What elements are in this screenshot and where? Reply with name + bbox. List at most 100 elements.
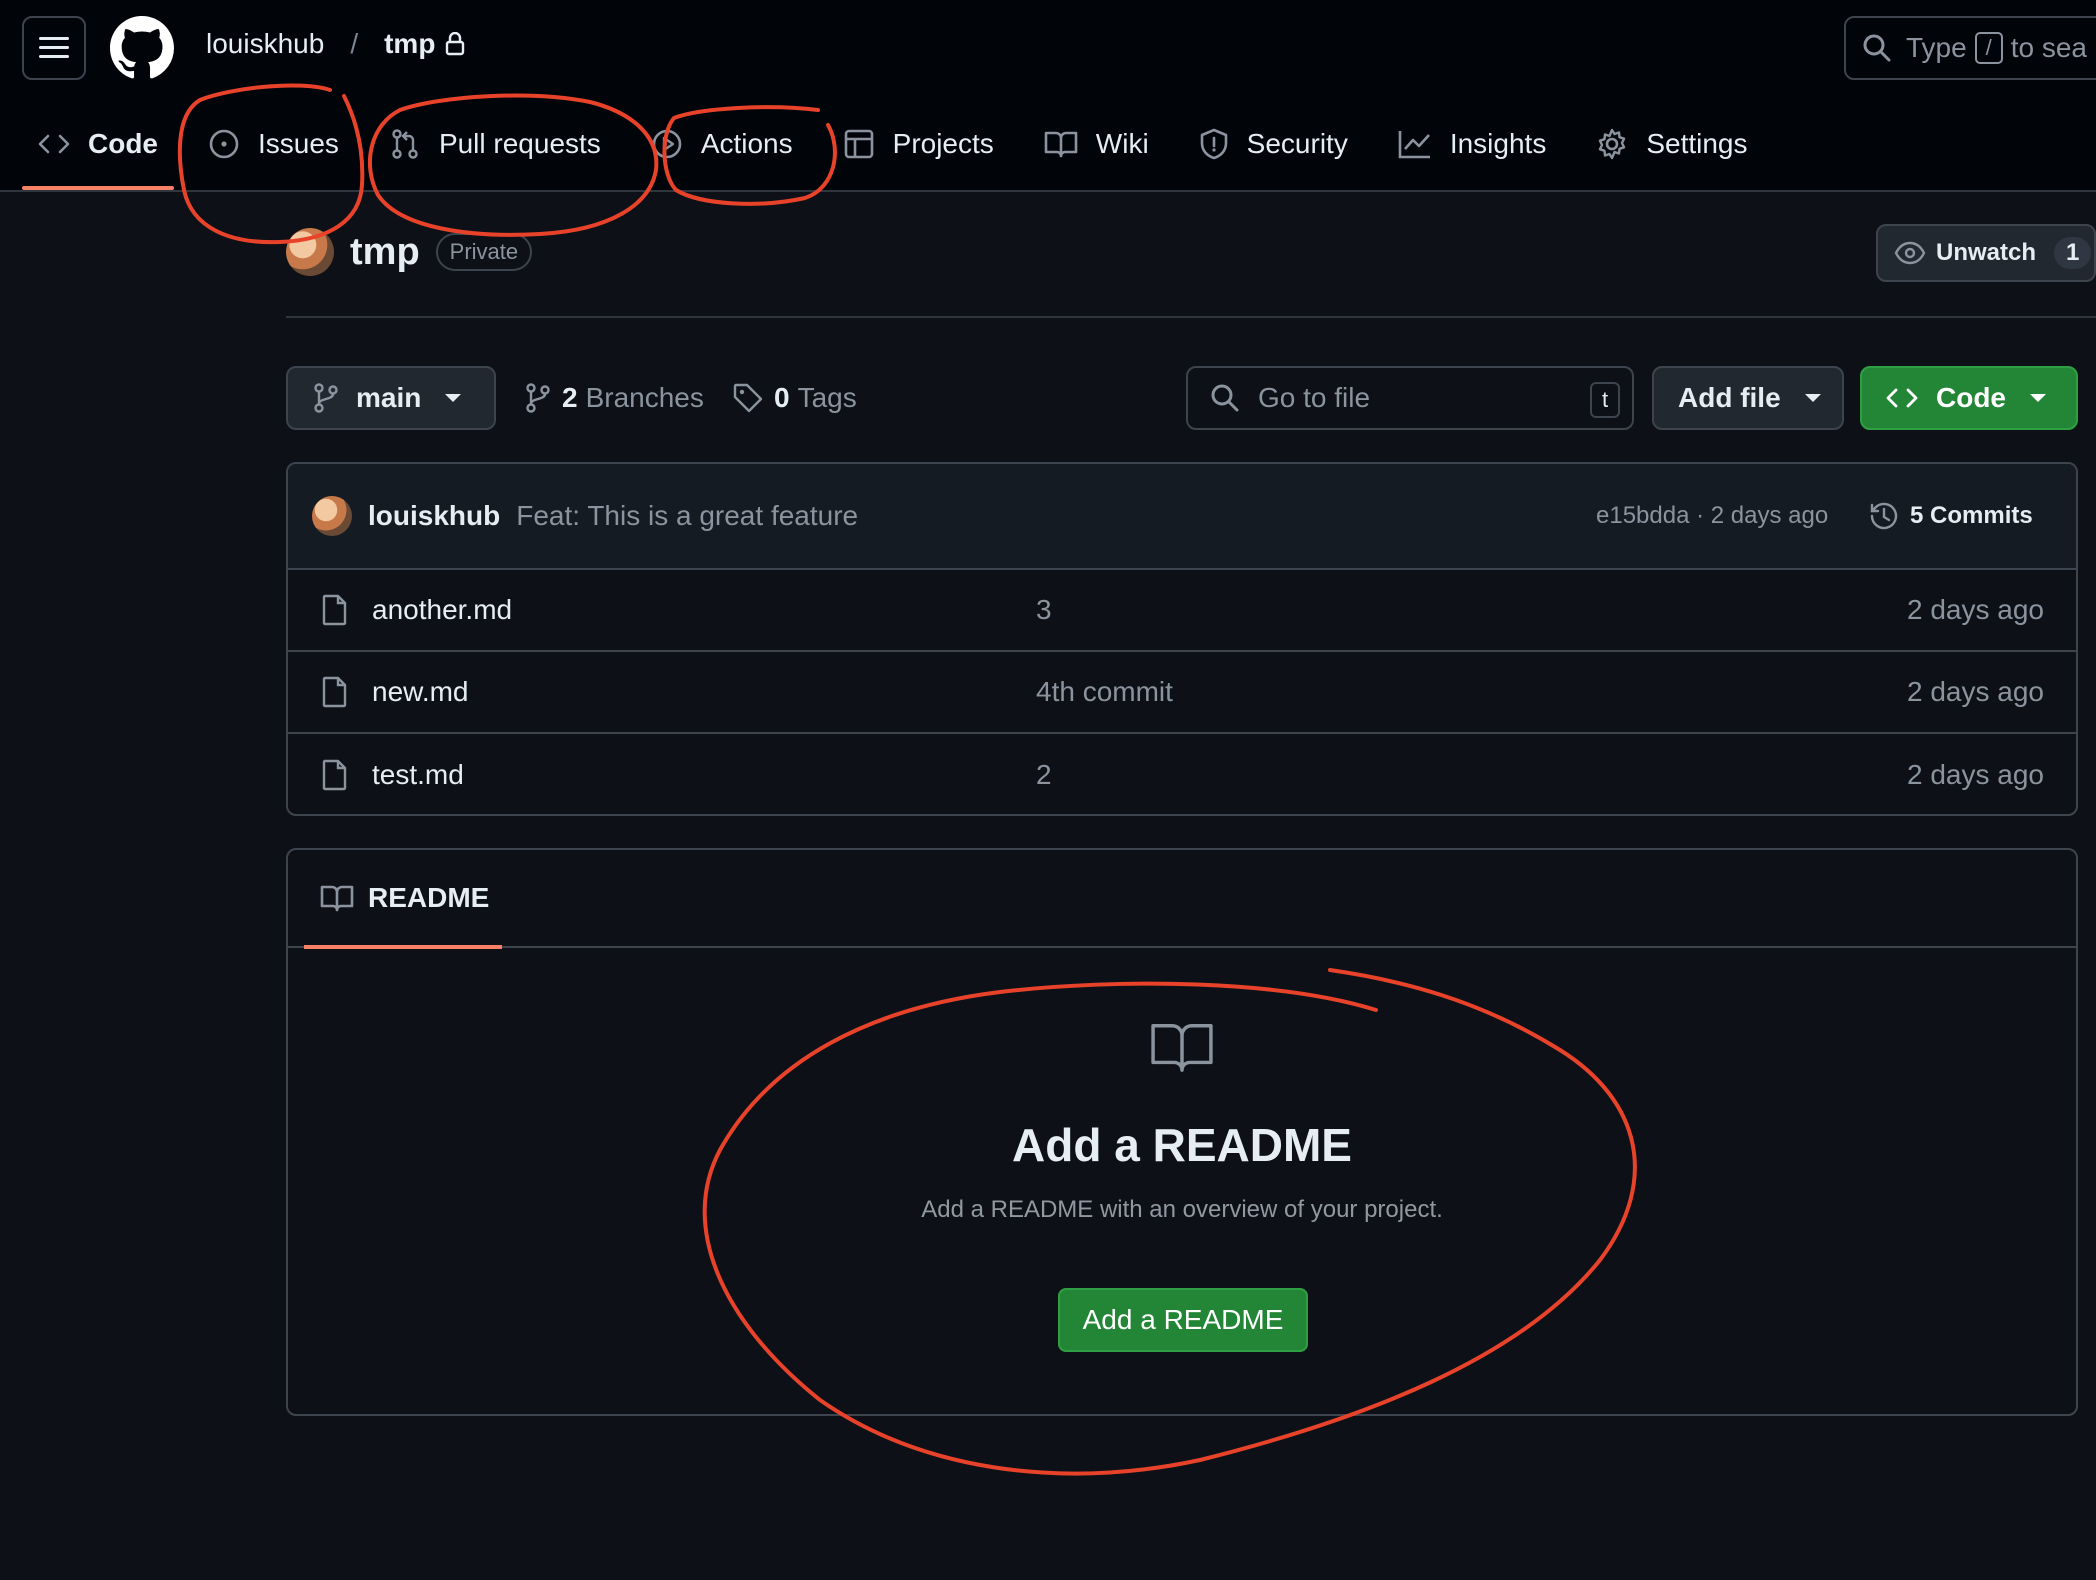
breadcrumb-separator: / [350,28,359,59]
tab-projects[interactable]: Projects [827,110,1010,178]
chevron-down-icon [1804,394,1821,402]
search-placeholder-end: to sea [2010,32,2087,63]
search-shortcut-key: / [1974,32,2003,64]
table-row[interactable]: new.md 4th commit 2 days ago [288,652,2076,734]
tab-label: Insights [1449,128,1547,159]
tab-label: Pull requests [438,128,601,159]
code-icon [38,134,70,154]
tags-label: Tags [797,382,857,413]
unwatch-label: Unwatch [1936,239,2037,266]
watch-count: 1 [2054,237,2092,269]
tags-count: 0 [774,382,790,413]
go-to-file-input[interactable]: Go to file t [1186,366,1634,430]
tab-label: Code [88,128,158,159]
divider [286,316,2096,318]
unwatch-button[interactable]: Unwatch 1 [1876,224,2096,282]
tab-label: Actions [700,128,793,159]
file-name[interactable]: another.md [372,594,512,626]
graph-icon [1398,131,1430,159]
file-name[interactable]: test.md [372,759,464,791]
tab-label: Security [1246,128,1348,159]
file-date: 2 days ago [1907,676,2044,707]
repo-nav-tabs: Code Issues Pull requests Actions Projec… [22,110,1782,192]
eye-icon [1894,241,1926,265]
book-icon [1148,1020,1216,1074]
repo-title: tmp Private [286,228,533,276]
add-file-label: Add file [1678,382,1781,413]
tab-pull-requests[interactable]: Pull requests [373,110,617,178]
chevron-down-icon [445,394,462,402]
readme-panel: README Add a README Add a README with an… [286,848,2078,1416]
tab-wiki[interactable]: Wiki [1028,110,1165,178]
menu-button[interactable] [22,16,86,80]
file-commit-message[interactable]: 3 [1036,594,1052,626]
branch-selector[interactable]: main [286,366,496,430]
tab-label: Settings [1646,128,1748,159]
readme-empty-title: Add a README [1012,1119,1352,1171]
pull-request-icon [392,129,418,159]
code-icon [1886,388,1918,408]
commit-hash-time[interactable]: e15bdda · 2 days ago [1596,502,1828,530]
go-to-file-placeholder: Go to file [1258,382,1371,413]
table-row[interactable]: test.md 2 2 days ago [288,734,2076,814]
file-name[interactable]: new.md [372,676,469,708]
branches-link[interactable]: 2 Branches [524,382,704,414]
tab-label: Wiki [1095,128,1149,159]
commits-link[interactable]: 5 Commits [1868,500,2033,532]
branches-count: 2 [562,382,578,413]
gear-icon [1599,128,1626,160]
file-icon [322,759,347,791]
tab-issues[interactable]: Issues [192,110,355,178]
breadcrumb-owner[interactable]: louiskhub [206,28,324,60]
search-placeholder-start: Type [1906,32,1967,63]
avatar[interactable] [286,228,334,276]
tab-insights[interactable]: Insights [1382,110,1563,178]
tab-readme[interactable]: README [288,850,2076,949]
readme-tab-label: README [368,882,490,913]
add-readme-button[interactable]: Add a README [1058,1288,1308,1352]
branch-icon [314,383,338,413]
tags-link[interactable]: 0 Tags [732,382,857,414]
tab-label: Projects [892,128,994,159]
file-date: 2 days ago [1907,594,2044,625]
search-icon [1211,384,1239,412]
file-commit-message[interactable]: 4th commit [1036,676,1173,708]
tab-label: Issues [258,128,339,159]
avatar[interactable] [312,496,352,536]
branch-icon [526,383,550,413]
breadcrumb-repo[interactable]: tmp [384,28,435,60]
table-icon [844,129,873,159]
search-input[interactable]: Type / to sea [1844,16,2096,80]
commit-author[interactable]: louiskhub [368,500,500,532]
hamburger-icon [39,37,69,58]
readme-empty-subtitle: Add a README with an overview of your pr… [921,1196,1443,1223]
file-date: 2 days ago [1907,759,2044,790]
branches-label: Branches [585,382,704,413]
tab-code[interactable]: Code [22,110,174,190]
repo-name: tmp [350,230,420,273]
commit-message[interactable]: Feat: This is a great feature [516,500,858,532]
tab-security[interactable]: Security [1183,110,1364,178]
table-row[interactable]: another.md 3 2 days ago [288,570,2076,652]
file-commit-message[interactable]: 2 [1036,759,1052,791]
branch-name: main [356,382,422,413]
visibility-badge: Private [435,233,533,271]
file-icon [322,676,347,708]
tab-settings[interactable]: Settings [1580,110,1763,178]
issue-icon [209,129,239,159]
file-table: louiskhub Feat: This is a great feature … [286,462,2078,816]
tag-icon [733,383,763,413]
file-icon [322,594,347,626]
top-header: louiskhub / tmp Type / to sea Code Issue… [0,0,2096,192]
chevron-down-icon [2030,394,2046,402]
shield-icon [1200,128,1227,160]
history-icon [1870,502,1898,530]
code-button-label: Code [1936,382,2006,413]
breadcrumb: louiskhub / tmp [206,28,465,60]
github-logo-icon[interactable] [110,16,174,80]
book-icon [320,885,354,912]
tab-actions[interactable]: Actions [635,110,809,178]
play-icon [652,129,682,159]
add-file-button[interactable]: Add file [1652,366,1844,430]
code-button[interactable]: Code [1860,366,2078,430]
